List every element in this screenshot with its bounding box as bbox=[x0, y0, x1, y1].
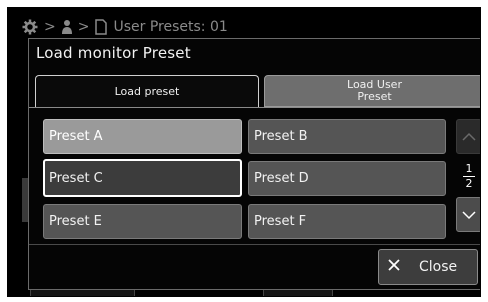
tab-divider bbox=[29, 107, 480, 108]
preset-label: Preset D bbox=[254, 171, 309, 186]
preset-d-button[interactable]: Preset D bbox=[248, 161, 446, 196]
page-total: 2 bbox=[465, 176, 473, 190]
tab-label: Load preset bbox=[114, 84, 180, 98]
breadcrumb: > > User Presets: 01 bbox=[22, 18, 228, 36]
gear-icon bbox=[22, 19, 38, 35]
preset-label: Preset C bbox=[49, 170, 103, 186]
load-monitor-preset-dialog: Load monitor Preset Load preset Load Use… bbox=[28, 38, 480, 290]
preset-f-button[interactable]: Preset F bbox=[248, 204, 446, 239]
close-button[interactable]: Close bbox=[378, 249, 478, 285]
breadcrumb-separator: > bbox=[44, 19, 56, 35]
scroll-down-button[interactable] bbox=[456, 197, 480, 232]
scroll-up-button[interactable] bbox=[456, 119, 480, 154]
tab-label: Load User Preset bbox=[347, 78, 402, 103]
footer-divider bbox=[29, 244, 480, 245]
file-icon bbox=[95, 19, 108, 35]
page-indicator: 1 2 bbox=[456, 159, 480, 193]
preset-b-button[interactable]: Preset B bbox=[248, 119, 446, 154]
preset-a-button[interactable]: Preset A bbox=[43, 119, 242, 154]
monitor-screen: > > User Presets: 01 Close Load monitor … bbox=[7, 7, 481, 297]
page-current: 1 bbox=[465, 161, 473, 175]
preset-label: Preset E bbox=[49, 214, 102, 229]
chevron-up-icon bbox=[462, 127, 476, 146]
preset-e-button[interactable]: Preset E bbox=[43, 204, 242, 239]
breadcrumb-separator: > bbox=[77, 19, 90, 35]
preset-label: Preset F bbox=[254, 214, 307, 229]
user-icon bbox=[61, 19, 72, 35]
close-label: Close bbox=[419, 259, 458, 275]
tab-load-preset[interactable]: Load preset bbox=[35, 75, 259, 107]
preset-c-button[interactable]: Preset C bbox=[43, 159, 242, 197]
preset-label: Preset B bbox=[254, 129, 308, 144]
close-icon bbox=[387, 258, 401, 276]
dialog-title: Load monitor Preset bbox=[36, 44, 191, 62]
breadcrumb-current: User Presets: 01 bbox=[113, 19, 228, 35]
chevron-down-icon bbox=[462, 205, 476, 224]
tab-load-user-preset[interactable]: Load User Preset bbox=[264, 75, 480, 107]
preset-label: Preset A bbox=[49, 129, 103, 144]
